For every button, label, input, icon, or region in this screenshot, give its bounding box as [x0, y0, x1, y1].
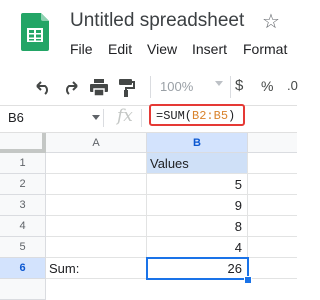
cell-c4[interactable]: [248, 216, 297, 237]
cell-a1[interactable]: [46, 153, 147, 174]
cell-b4[interactable]: 8: [147, 216, 248, 237]
formula-text: ): [228, 109, 236, 123]
menu-edit[interactable]: Edit: [108, 41, 132, 57]
select-all-corner[interactable]: [0, 133, 46, 153]
percent-format-button[interactable]: %: [261, 78, 273, 94]
toolbar: [0, 71, 297, 104]
currency-format-button[interactable]: $: [235, 77, 243, 94]
row-header-4[interactable]: 4: [0, 216, 46, 237]
document-title[interactable]: Untitled spreadsheet: [70, 10, 244, 32]
menu-view[interactable]: View: [147, 41, 177, 57]
toolbar-separator: [230, 76, 231, 98]
formula-separator: [103, 109, 104, 127]
row-header-1[interactable]: 1: [0, 153, 46, 174]
decimal-format-button[interactable]: .0: [287, 78, 298, 93]
column-header-b[interactable]: B: [147, 133, 248, 153]
cell-c3[interactable]: [248, 195, 297, 216]
zoom-select[interactable]: 100%: [160, 79, 193, 94]
fill-handle[interactable]: [244, 276, 252, 284]
cell-c5[interactable]: [248, 237, 297, 258]
cell-b3[interactable]: 9: [147, 195, 248, 216]
menu-format[interactable]: Format: [243, 41, 287, 57]
column-header-a[interactable]: A: [46, 133, 147, 153]
row-header-5[interactable]: 5: [0, 237, 46, 258]
paint-format-icon[interactable]: [119, 79, 135, 97]
star-icon[interactable]: ☆: [262, 11, 280, 33]
name-box-dropdown-icon[interactable]: [92, 115, 100, 120]
cell-b1[interactable]: Values: [147, 153, 248, 174]
formula-separator: [141, 109, 142, 127]
formula-range-ref: B2:B5: [192, 109, 229, 123]
sheets-logo-icon[interactable]: [21, 13, 49, 51]
cell-a2[interactable]: [46, 174, 147, 195]
cell-b2[interactable]: 5: [147, 174, 248, 195]
fx-icon: fx: [117, 106, 133, 126]
cell-a4[interactable]: [46, 216, 147, 237]
name-box[interactable]: B6: [8, 110, 24, 125]
row-header-2[interactable]: 2: [0, 174, 46, 195]
zoom-dropdown-icon[interactable]: [215, 81, 223, 86]
cell-a3[interactable]: [46, 195, 147, 216]
cell-a5[interactable]: [46, 237, 147, 258]
toolbar-separator: [150, 76, 151, 98]
active-cell-selection: [146, 257, 249, 280]
row-header-3[interactable]: 3: [0, 195, 46, 216]
menu-file[interactable]: File: [70, 41, 93, 57]
formula-input[interactable]: =SUM(B2:B5): [156, 109, 235, 123]
print-icon[interactable]: [90, 79, 108, 96]
column-header-c[interactable]: [248, 133, 297, 153]
row-header-7[interactable]: [0, 279, 46, 300]
cell-a6[interactable]: Sum:: [46, 258, 147, 279]
row-header-6[interactable]: 6: [0, 258, 46, 279]
cell-b5[interactable]: 4: [147, 237, 248, 258]
cell-c1[interactable]: [248, 153, 297, 174]
redo-icon[interactable]: [62, 81, 80, 95]
menu-insert[interactable]: Insert: [192, 41, 227, 57]
undo-icon[interactable]: [34, 81, 52, 95]
cell-c2[interactable]: [248, 174, 297, 195]
formula-text: =SUM(: [156, 109, 193, 123]
cell-c6[interactable]: [248, 258, 297, 279]
